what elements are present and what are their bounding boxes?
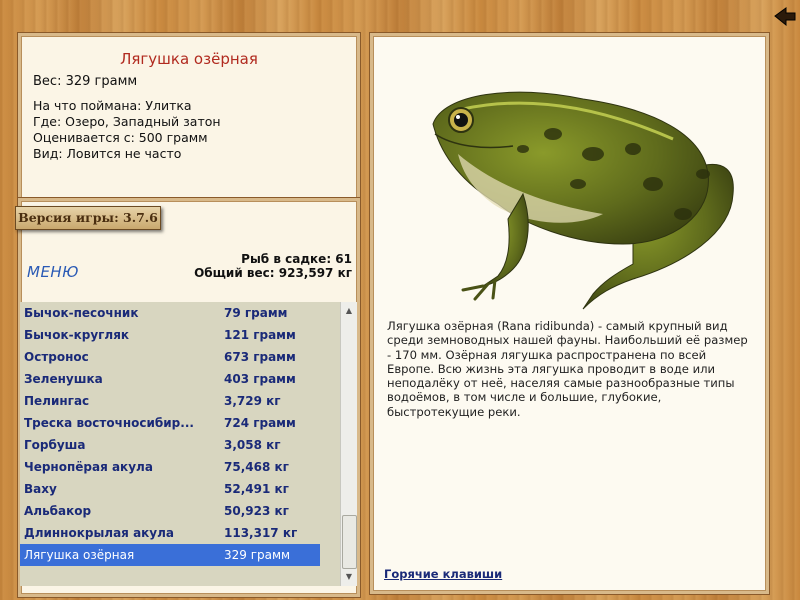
list-item-weight: 75,468 кг	[224, 460, 289, 474]
list-item-weight: 3,058 кг	[224, 438, 281, 452]
list-item-name: Ваху	[24, 482, 57, 496]
scrollbar-thumb[interactable]	[342, 515, 357, 569]
list-item-name: Бычок-кругляк	[24, 328, 130, 342]
list-item[interactable]: Пелингас 3,729 кг	[20, 390, 320, 412]
catch-list-scrollbar[interactable]: ▲ ▼	[340, 302, 357, 586]
list-item-weight: 329 грамм	[224, 548, 291, 562]
list-item[interactable]: Зеленушка 403 грамм	[20, 368, 320, 390]
list-item-weight: 3,729 кг	[224, 394, 281, 408]
fish-info-panel: Лягушка озёрная Вес: 329 грамм На что по…	[18, 33, 360, 204]
list-item-name: Зеленушка	[24, 372, 103, 386]
scroll-down-arrow-icon[interactable]: ▼	[341, 570, 357, 584]
scroll-up-arrow-icon[interactable]: ▲	[341, 304, 357, 318]
list-item-name: Треска восточносибир...	[24, 416, 194, 430]
list-item-name: Пелингас	[24, 394, 90, 408]
list-item[interactable]: Лягушка озёрная 329 грамм	[20, 544, 320, 566]
list-item[interactable]: Длиннокрылая акула 113,317 кг	[20, 522, 320, 544]
list-item[interactable]: Альбакор 50,923 кг	[20, 500, 320, 522]
fish-rarity: Вид: Ловится не часто	[33, 146, 182, 161]
version-badge: Версия игры: 3.7.6	[15, 206, 161, 230]
menu-button[interactable]: МЕНЮ	[27, 263, 79, 281]
list-item-name: Альбакор	[24, 504, 92, 518]
fish-weight: Вес: 329 грамм	[33, 74, 138, 89]
list-item[interactable]: Бычок-песочник 79 грамм	[20, 302, 320, 324]
list-item[interactable]: Остронос 673 грамм	[20, 346, 320, 368]
list-item-weight: 52,491 кг	[224, 482, 289, 496]
list-item-name: Лягушка озёрная	[24, 548, 135, 562]
list-item-weight: 673 грамм	[224, 350, 296, 364]
list-item-weight: 724 грамм	[224, 416, 296, 430]
creature-description: Лягушка озёрная (Rana ridibunda) - самый…	[387, 319, 748, 419]
list-item[interactable]: Чернопёрая акула 75,468 кг	[20, 456, 320, 478]
list-item-name: Бычок-песочник	[24, 306, 139, 320]
list-item-name: Горбуша	[24, 438, 86, 452]
back-arrow-icon[interactable]	[773, 6, 797, 28]
keepnet-total-weight: Общий вес: 923,597 кг	[194, 266, 352, 280]
fish-bait: На что поймана: Улитка	[33, 98, 192, 113]
list-item[interactable]: Ваху 52,491 кг	[20, 478, 320, 500]
list-item-weight: 79 грамм	[224, 306, 288, 320]
list-item-weight: 113,317 кг	[224, 526, 298, 540]
hotkeys-link[interactable]: Горячие клавиши	[384, 567, 502, 581]
list-item[interactable]: Горбуша 3,058 кг	[20, 434, 320, 456]
catch-list[interactable]: Бычок-песочник 79 грамм Бычок-кругляк 121 г…	[20, 302, 340, 586]
list-item-name: Длиннокрылая акула	[24, 526, 175, 540]
list-item-name: Чернопёрая акула	[24, 460, 153, 474]
fish-title: Лягушка озёрная	[120, 50, 258, 68]
list-item[interactable]: Треска восточносибир... 724 грамм	[20, 412, 320, 434]
keepnet-count: Рыб в садке: 61	[241, 252, 352, 266]
frog-image	[432, 91, 734, 310]
list-item[interactable]: Бычок-кругляк 121 грамм	[20, 324, 320, 346]
list-item-weight: 121 грамм	[224, 328, 296, 342]
fish-appraised: Оценивается с: 500 грамм	[33, 130, 208, 145]
fish-location: Где: Озеро, Западный затон	[33, 114, 221, 129]
list-item-weight: 50,923 кг	[224, 504, 289, 518]
creature-panel: Лягушка озёрная (Rana ridibunda) - самый…	[370, 33, 769, 594]
list-item-name: Остронос	[24, 350, 89, 364]
list-item-weight: 403 грамм	[224, 372, 296, 386]
